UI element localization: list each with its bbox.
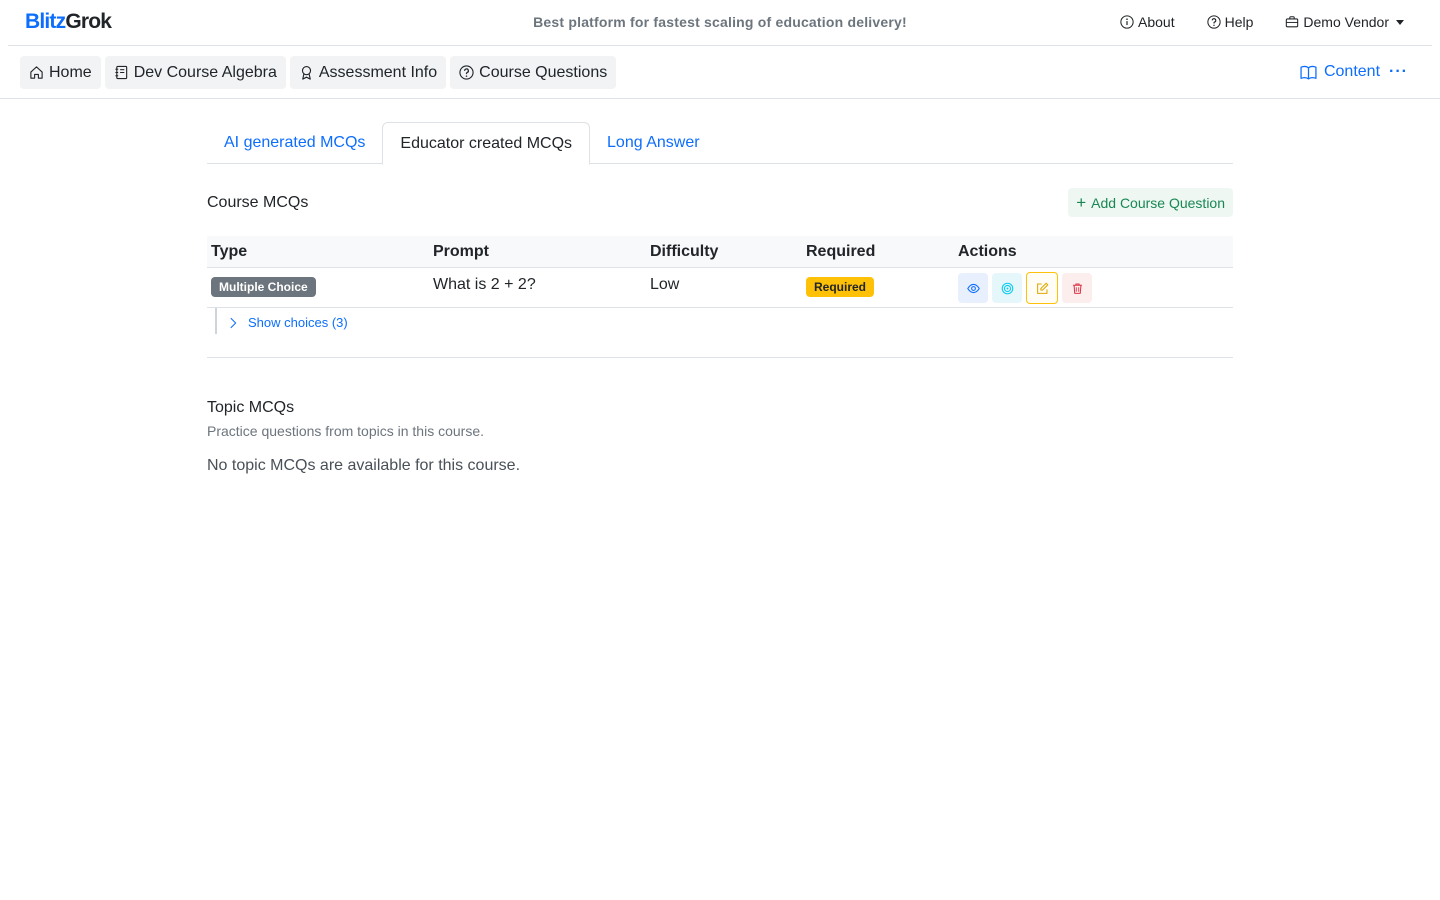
prompt-cell: What is 2 + 2? (433, 276, 536, 293)
topic-mcqs-title: Topic MCQs (207, 399, 295, 416)
help-link[interactable]: Help (1206, 14, 1254, 30)
question-circle-icon (459, 65, 474, 80)
required-badge: Required (806, 277, 875, 297)
column-header-type: Type (211, 243, 248, 260)
course-mcqs-title: Course MCQs (207, 194, 309, 211)
add-course-question-button[interactable]: + Add Course Question (1068, 188, 1233, 217)
house-icon (30, 66, 43, 79)
edit-button[interactable] (1026, 272, 1058, 304)
choices-row: Show choices (3) (207, 308, 1233, 358)
column-header-prompt: Prompt (433, 243, 489, 260)
breadcrumb-label: Dev Course Algebra (133, 63, 277, 81)
content-menu[interactable]: Content ··· (1300, 63, 1408, 81)
topic-mcqs-subtitle: Practice questions from topics in this c… (207, 423, 485, 439)
content-menu-label: Content (1323, 63, 1381, 80)
breadcrumb-course[interactable]: Dev Course Algebra (104, 56, 286, 89)
breadcrumb-label: Assessment Info (318, 63, 438, 81)
vendor-dropdown[interactable]: Demo Vendor (1285, 14, 1404, 30)
briefcase-icon (1286, 16, 1299, 28)
target-button[interactable] (992, 273, 1022, 303)
show-choices-toggle[interactable]: Show choices (3) (227, 315, 348, 330)
info-circle-icon (1120, 15, 1134, 29)
breadcrumb-label: Course Questions (479, 63, 608, 81)
type-badge: Multiple Choice (211, 277, 316, 297)
difficulty-cell: Low (650, 276, 680, 293)
breadcrumb-home[interactable]: Home (20, 56, 101, 89)
about-label: About (1138, 14, 1175, 30)
breadcrumb-label: Home (49, 63, 92, 81)
view-button[interactable] (958, 273, 988, 303)
top-links: About Help Demo Vendor (1088, 14, 1404, 30)
column-header-actions: Actions (958, 243, 1017, 260)
add-course-question-label: Add Course Question (1091, 194, 1225, 211)
delete-button[interactable] (1062, 273, 1092, 303)
course-mcqs-table: Type Prompt Difficulty Required Actions … (207, 236, 1233, 358)
topic-mcqs-empty-message: No topic MCQs are available for this cou… (207, 457, 521, 474)
chevron-right-icon (230, 317, 237, 328)
topic-mcqs-section: Topic MCQs Practice questions from topic… (207, 399, 1233, 475)
show-choices-label: Show choices (3) (248, 315, 348, 330)
question-circle-icon (1206, 15, 1221, 29)
breadcrumb-assessment[interactable]: Assessment Info (289, 56, 447, 89)
plus-icon: + (1076, 193, 1087, 212)
column-header-difficulty: Difficulty (650, 243, 719, 260)
breadcrumb: Home Dev Course Algebra Assessment Info … (20, 56, 617, 89)
pencil-square-icon (1036, 282, 1048, 294)
course-mcqs-header: Course MCQs + Add Course Question (207, 164, 1233, 224)
help-label: Help (1224, 14, 1254, 30)
table-row: Multiple Choice What is 2 + 2? Low Requi… (207, 268, 1233, 308)
breadcrumb-questions[interactable]: Course Questions (450, 56, 617, 89)
trash-icon (1072, 283, 1082, 294)
choices-indent-bar (215, 308, 217, 334)
journal-icon (115, 65, 127, 80)
more-icon: ··· (1389, 63, 1408, 80)
breadcrumb-nav: Home Dev Course Algebra Assessment Info … (0, 46, 1440, 99)
tab-ai-generated[interactable]: AI generated MCQs (207, 122, 382, 164)
tab-educator-created[interactable]: Educator created MCQs (382, 122, 591, 165)
row-actions (958, 272, 1092, 304)
column-header-required: Required (806, 243, 876, 260)
tab-long-answer[interactable]: Long Answer (590, 122, 717, 164)
main-content: AI generated MCQs Educator created MCQs … (207, 122, 1233, 475)
top-header: BlitzGrok Best platform for fastest scal… (8, 0, 1432, 46)
mcq-tabs: AI generated MCQs Educator created MCQs … (207, 122, 1233, 165)
bullseye-icon (1001, 282, 1013, 294)
vendor-label: Demo Vendor (1303, 14, 1389, 30)
award-icon (301, 66, 311, 80)
book-icon (1300, 65, 1317, 80)
eye-icon (966, 283, 980, 293)
about-link[interactable]: About (1120, 14, 1175, 30)
caret-down-icon (1396, 19, 1404, 25)
table-header: Type Prompt Difficulty Required Actions (207, 236, 1233, 268)
